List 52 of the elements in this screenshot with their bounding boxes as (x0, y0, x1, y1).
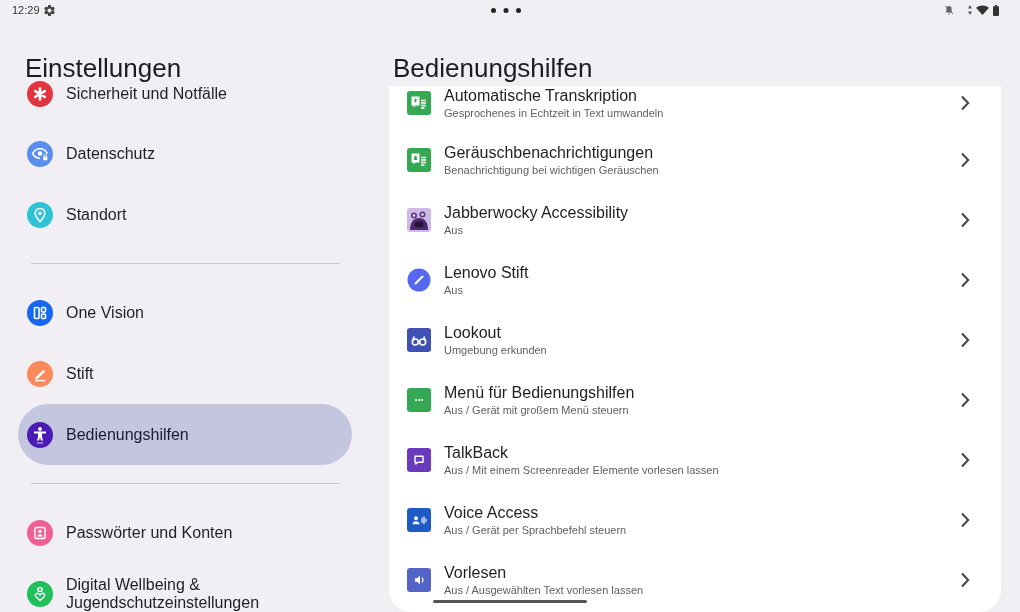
monster-icon (407, 208, 431, 232)
wifi-icon (976, 5, 989, 15)
sidebar-item[interactable]: Digital Wellbeing & Jugendschutzeinstellungen (18, 563, 352, 612)
section-title: Bedienungshilfen (393, 53, 593, 83)
heart-person-icon (27, 580, 53, 607)
settings-item[interactable]: Voice Access Aus / Gerät per Sprachbefehl steuern (389, 490, 1001, 550)
sidebar-item[interactable]: Sicherheit und Notfälle (18, 83, 352, 123)
settings-item[interactable]: Menü für Bedienungshilfen Aus / Gerät mit großem Menü steuern (389, 370, 1001, 430)
battery-icon (993, 4, 999, 16)
sidebar-item[interactable]: Passwörter und Konten (18, 502, 352, 563)
settings-item[interactable]: TalkBack Aus / Mit einem Screenreader Elemente vorlesen lassen (389, 430, 1001, 490)
clock-time: 12:29 (12, 3, 40, 17)
settings-item[interactable]: Vorlesen Aus / Ausgewählten Text vorlesen lassen (389, 550, 1001, 610)
sidebar-item[interactable]: One Vision (18, 282, 352, 343)
speech-bubble-icon (407, 448, 431, 472)
contact-card-icon (27, 519, 53, 546)
settings-item[interactable]: Jabberwocky Accessibility Aus (389, 190, 1001, 250)
sidebar-item[interactable]: Datenschutz (18, 123, 352, 184)
chevron-right-icon (960, 392, 970, 408)
dots-icon[interactable] (490, 7, 521, 13)
layout-icon (27, 299, 53, 326)
settings-item[interactable]: Automatische Transkription Gesprochenes in Echtzeit in Text umwandeln (389, 86, 1001, 130)
gear-icon (43, 4, 55, 16)
asterisk-icon (27, 81, 53, 107)
location-pin-icon (27, 201, 53, 228)
settings-item[interactable]: Geräuschbenachrichtigungen Benachrichtigung bei wichtigen Geräuschen (389, 130, 1001, 190)
page-title: Einstellungen (25, 53, 182, 83)
chevron-right-icon (960, 212, 970, 228)
sidebar-item[interactable]: Bedienungshilfen (18, 404, 352, 465)
sidebar-item[interactable]: Standort (18, 184, 352, 245)
glasses-icon (407, 328, 431, 352)
accessibility-icon (27, 421, 53, 448)
settings-item[interactable]: Lookout Umgebung erkunden (389, 310, 1001, 370)
bell-off-icon (944, 5, 954, 15)
eye-lock-icon (27, 140, 53, 167)
speaker-icon (407, 568, 431, 592)
chevron-right-icon (960, 95, 970, 111)
bell-document-icon (407, 148, 431, 172)
document-mic-icon (407, 91, 431, 115)
pen-icon (27, 360, 53, 387)
chevron-right-icon (960, 512, 970, 528)
voice-icon (407, 508, 431, 532)
chevron-right-icon (960, 452, 970, 468)
chevron-right-icon (960, 332, 970, 348)
data-arrows-icon (968, 5, 972, 15)
chevron-right-icon (960, 272, 970, 288)
dots-icon (407, 388, 431, 412)
pen-icon (407, 268, 431, 292)
sidebar-item[interactable]: Stift (18, 343, 352, 404)
settings-item[interactable]: Lenovo Stift Aus (389, 250, 1001, 310)
chevron-right-icon (960, 152, 970, 168)
chevron-right-icon (960, 572, 970, 588)
